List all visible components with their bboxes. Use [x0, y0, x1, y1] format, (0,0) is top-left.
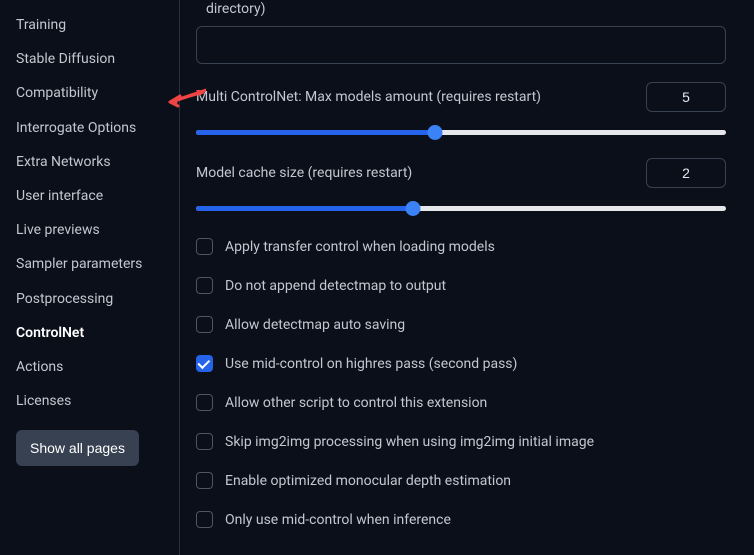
- sidebar-item-sampler-parameters[interactable]: Sampler parameters: [16, 247, 169, 281]
- settings-sidebar: Training Stable Diffusion Compatibility …: [0, 0, 180, 555]
- checkbox-label-0: Apply transfer control when loading mode…: [225, 239, 495, 255]
- checkbox-2[interactable]: [196, 316, 213, 333]
- checkbox-5[interactable]: [196, 433, 213, 450]
- checkbox-row-5[interactable]: Skip img2img processing when using img2i…: [196, 433, 726, 450]
- sidebar-item-postprocessing[interactable]: Postprocessing: [16, 282, 169, 316]
- sidebar-item-extra-networks[interactable]: Extra Networks: [16, 145, 169, 179]
- model-cache-value[interactable]: [646, 158, 726, 188]
- checkbox-4[interactable]: [196, 394, 213, 411]
- checkbox-row-4[interactable]: Allow other script to control this exten…: [196, 394, 726, 411]
- checkbox-6[interactable]: [196, 472, 213, 489]
- checkbox-1[interactable]: [196, 277, 213, 294]
- multi-controlnet-label: Multi ControlNet: Max models amount (req…: [196, 89, 646, 105]
- sidebar-item-compatibility[interactable]: Compatibility: [16, 76, 169, 110]
- sidebar-item-live-previews[interactable]: Live previews: [16, 213, 169, 247]
- multi-controlnet-value[interactable]: [646, 82, 726, 112]
- checkbox-label-1: Do not append detectmap to output: [225, 278, 446, 294]
- checkbox-row-7[interactable]: Only use mid-control when inference: [196, 511, 726, 528]
- sidebar-item-stable-diffusion[interactable]: Stable Diffusion: [16, 42, 169, 76]
- checkbox-row-6[interactable]: Enable optimized monocular depth estimat…: [196, 472, 726, 489]
- checkbox-row-1[interactable]: Do not append detectmap to output: [196, 277, 726, 294]
- checkbox-0[interactable]: [196, 238, 213, 255]
- model-cache-label: Model cache size (requires restart): [196, 165, 646, 181]
- checkbox-label-6: Enable optimized monocular depth estimat…: [225, 473, 511, 489]
- checkbox-label-5: Skip img2img processing when using img2i…: [225, 434, 594, 450]
- sidebar-item-user-interface[interactable]: User interface: [16, 179, 169, 213]
- show-all-pages-button[interactable]: Show all pages: [16, 430, 139, 466]
- config-text-input[interactable]: [196, 26, 726, 64]
- checkbox-row-3[interactable]: Use mid-control on highres pass (second …: [196, 355, 726, 372]
- sidebar-item-licenses[interactable]: Licenses: [16, 384, 169, 418]
- sidebar-item-training[interactable]: Training: [16, 8, 169, 42]
- checkbox-row-2[interactable]: Allow detectmap auto saving: [196, 316, 726, 333]
- sidebar-item-interrogate-options[interactable]: Interrogate Options: [16, 111, 169, 145]
- checkbox-row-0[interactable]: Apply transfer control when loading mode…: [196, 238, 726, 255]
- multi-controlnet-slider[interactable]: [196, 126, 726, 140]
- model-cache-slider[interactable]: [196, 202, 726, 216]
- checkbox-label-3: Use mid-control on highres pass (second …: [225, 356, 517, 372]
- checkbox-label-2: Allow detectmap auto saving: [225, 317, 405, 333]
- sidebar-item-actions[interactable]: Actions: [16, 350, 169, 384]
- checkbox-3[interactable]: [196, 355, 213, 372]
- settings-panel: directory) Multi ControlNet: Max models …: [180, 0, 754, 555]
- checkbox-label-4: Allow other script to control this exten…: [225, 395, 487, 411]
- checkbox-7[interactable]: [196, 511, 213, 528]
- sidebar-item-controlnet[interactable]: ControlNet: [16, 316, 169, 350]
- truncated-setting-label: directory): [196, 0, 726, 22]
- checkbox-label-7: Only use mid-control when inference: [225, 512, 451, 528]
